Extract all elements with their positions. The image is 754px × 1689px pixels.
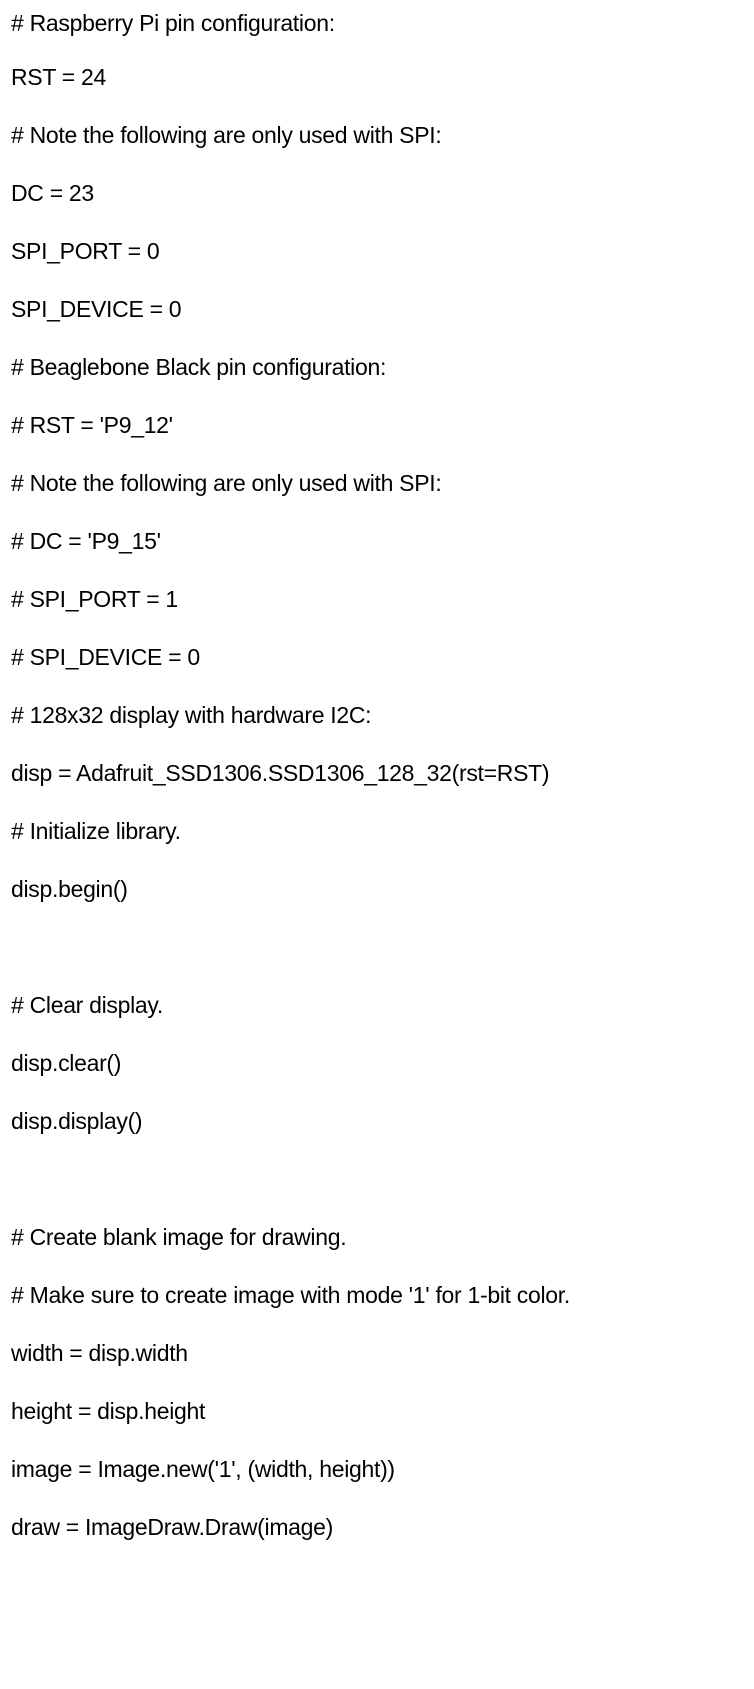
code-line: # Raspberry Pi pin configuration:: [11, 10, 335, 36]
code-line: # Make sure to create image with mode '1…: [11, 1282, 570, 1308]
code-line: # SPI_PORT = 1: [11, 586, 178, 612]
code-line: width = disp.width: [11, 1340, 188, 1366]
code-line: # Beaglebone Black pin configuration:: [11, 354, 387, 380]
code-line: # Create blank image for drawing.: [11, 1224, 347, 1250]
code-line: image = Image.new('1', (width, height)): [11, 1456, 395, 1482]
code-line: height = disp.height: [11, 1398, 206, 1424]
code-line: # Initialize library.: [11, 818, 181, 844]
code-line: # Note the following are only used with …: [11, 122, 442, 148]
code-line: draw = ImageDraw.Draw(image): [11, 1514, 334, 1540]
code-line: # 128x32 display with hardware I2C:: [11, 702, 372, 728]
code-line: # RST = 'P9_12': [11, 412, 173, 438]
code-line: disp.begin(): [11, 876, 128, 902]
code-document: # Raspberry Pi pin configuration: RST = …: [11, 0, 751, 1560]
code-line: disp = Adafruit_SSD1306.SSD1306_128_32(r…: [11, 760, 550, 786]
code-line: disp.display(): [11, 1108, 143, 1134]
code-line: DC = 23: [11, 180, 94, 206]
code-line: # Clear display.: [11, 992, 164, 1018]
code-line: # SPI_DEVICE = 0: [11, 644, 200, 670]
code-line: # DC = 'P9_15': [11, 528, 161, 554]
code-line: # Note the following are only used with …: [11, 470, 442, 496]
code-line: RST = 24: [11, 64, 106, 90]
code-line: SPI_PORT = 0: [11, 238, 160, 264]
code-line: SPI_DEVICE = 0: [11, 296, 182, 322]
code-line: disp.clear(): [11, 1050, 122, 1076]
